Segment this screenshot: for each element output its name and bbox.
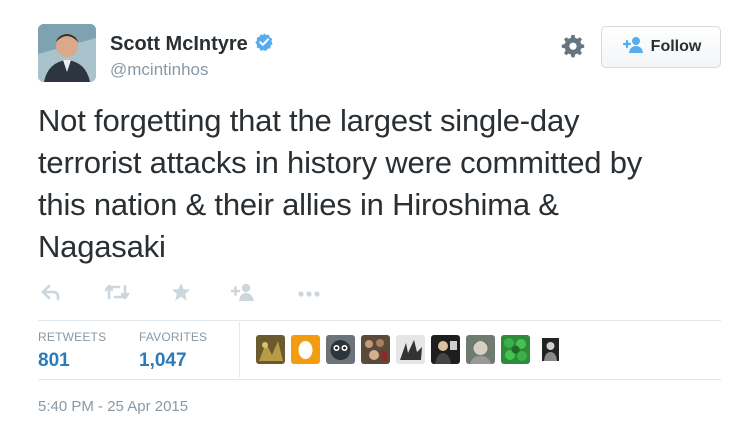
favorites-count: 1,047 [139,350,187,371]
favorite-icon[interactable] [170,282,192,302]
stats-divider [239,322,240,377]
tweet-text-line: this nation & their allies in Hiroshima … [38,187,559,222]
favorites-stat[interactable]: FAVORITES 1,047 [139,330,207,372]
retweets-stat[interactable]: RETWEETS 801 [38,330,106,372]
tweet-timestamp[interactable]: 5:40 PM - 25 Apr 2015 [38,398,188,415]
more-icon[interactable] [296,282,322,302]
user-handle[interactable]: @mcintinhos [110,60,209,80]
favoriter-avatar[interactable] [501,335,530,364]
tweet-card: Scott McIntyre @mcintinhos Follow Not fo… [0,0,754,426]
gear-icon[interactable] [561,34,585,58]
avatar[interactable] [38,24,96,82]
tweet-text-line: Nagasaki [38,229,166,264]
favoriter-avatar[interactable] [361,335,390,364]
avatar-image [38,24,96,82]
tweet-text-line: Not forgetting that the largest single-d… [38,103,580,138]
tweet-text: Not forgetting that the largest single-d… [38,100,728,268]
favoriter-avatar[interactable] [431,335,460,364]
user-full-name[interactable]: Scott McIntyre [110,33,248,56]
retweets-label: RETWEETS [38,330,107,344]
favoriter-avatar[interactable] [396,335,425,364]
favoriters-facepile [256,335,565,364]
favoriter-avatar[interactable] [466,335,495,364]
reply-icon[interactable] [40,282,62,302]
favoriter-avatar[interactable] [291,335,320,364]
favoriter-avatar[interactable] [256,335,285,364]
follow-icon[interactable] [230,282,256,302]
verified-badge-icon [254,32,274,57]
tweet-actions [40,280,322,304]
favoriter-avatar[interactable] [326,335,355,364]
name-row: Scott McIntyre [110,32,274,57]
favorites-label: FAVORITES [139,330,208,344]
follow-button[interactable]: Follow [601,26,721,68]
divider [38,320,721,321]
retweet-icon[interactable] [104,282,130,302]
tweet-text-line: terrorist attacks in history were commit… [38,145,643,180]
divider [38,379,721,380]
retweets-count: 801 [38,350,70,371]
favoriter-avatar[interactable] [536,335,565,364]
follow-button-label: Follow [650,38,702,55]
add-user-icon [621,36,643,59]
